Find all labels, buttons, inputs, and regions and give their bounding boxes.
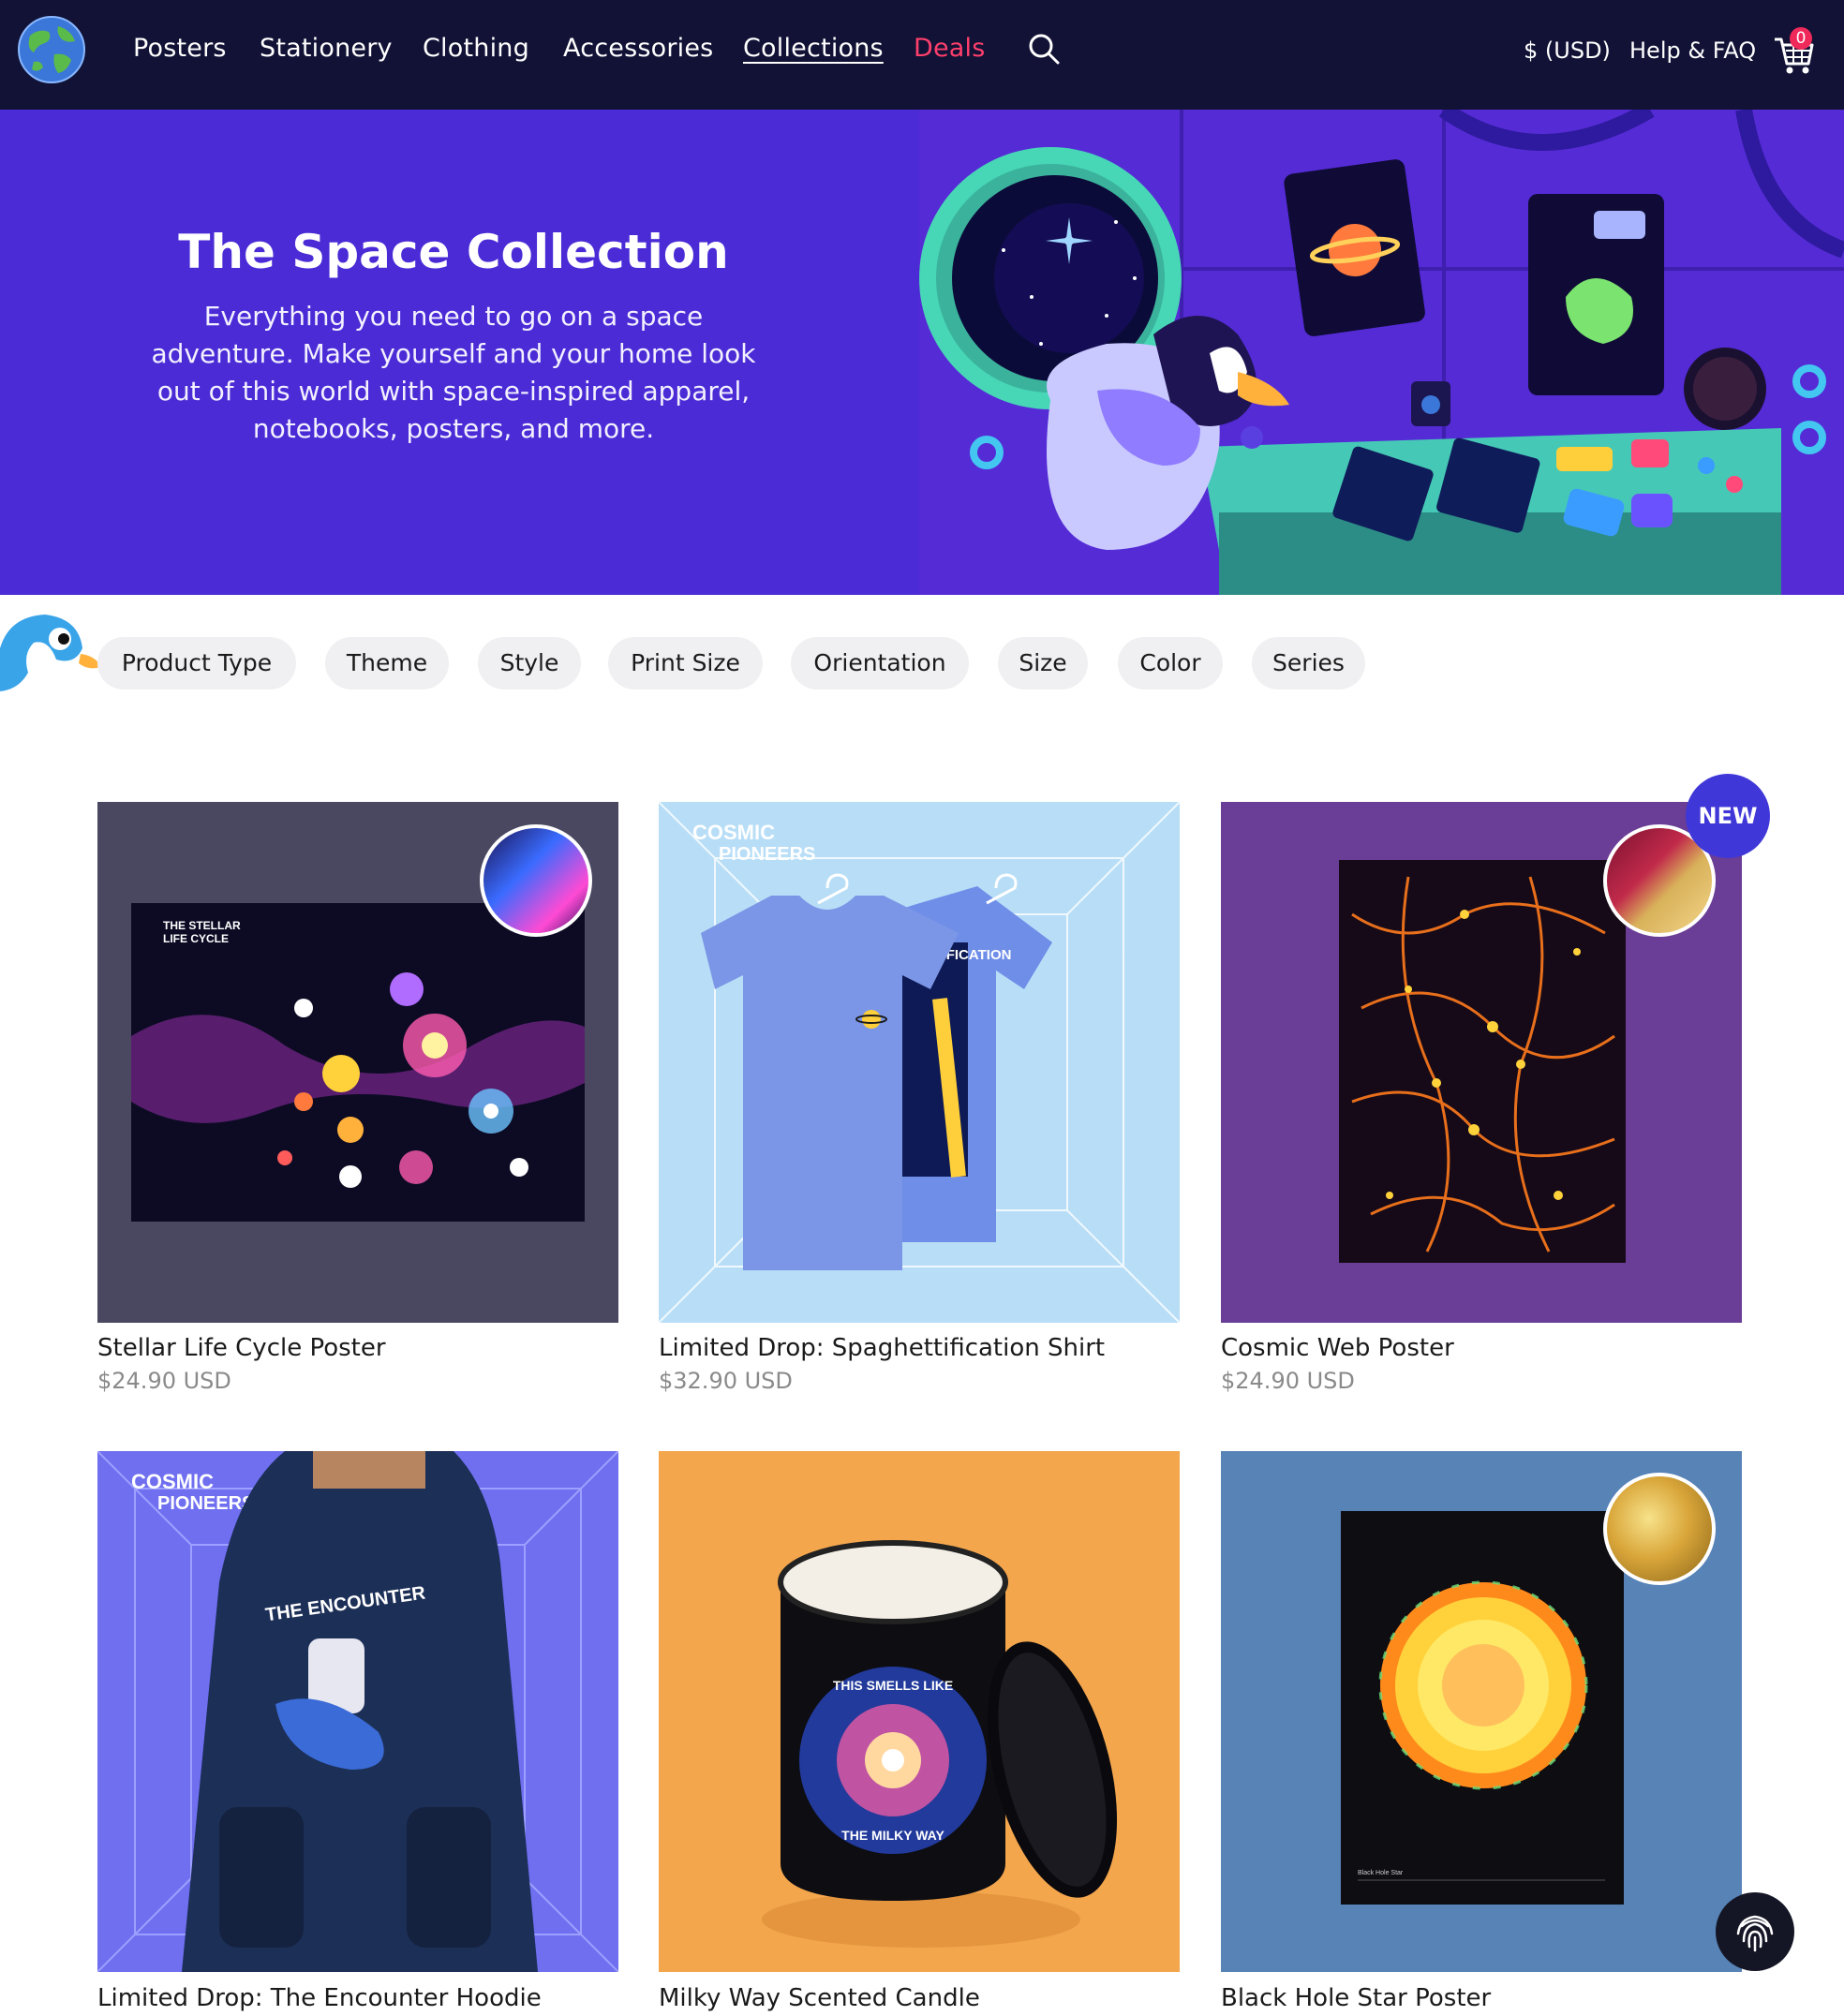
brand-text: PIONEERS (719, 844, 815, 865)
poster-title-text: LIFE CYCLE (163, 932, 229, 945)
new-badge: NEW (1686, 774, 1770, 858)
filter-series[interactable]: Series (1252, 637, 1365, 689)
poster-title-text: Black Hole Star (1358, 1870, 1404, 1876)
filter-style[interactable]: Style (478, 637, 581, 689)
top-nav: Posters Stationery Clothing Accessories … (0, 0, 1844, 110)
product-price: $24.90 USD (97, 1368, 231, 1394)
brand-text: COSMIC (131, 1470, 214, 1493)
filter-print-size[interactable]: Print Size (608, 637, 763, 689)
product-title-cosmic-web[interactable]: Cosmic Web Poster (1221, 1334, 1454, 1362)
filter-product-type[interactable]: Product Type (97, 637, 296, 689)
brand-text: PIONEERS (157, 1493, 254, 1514)
product-image-milky-way-candle[interactable]: THIS SMELLS LIKE THE MILKY WAY (659, 1451, 1180, 1972)
nav-link-posters[interactable]: Posters (133, 34, 227, 63)
filter-color[interactable]: Color (1118, 637, 1223, 689)
hero-title: The Space Collection (178, 225, 729, 279)
brand-text: COSMIC (692, 821, 775, 844)
nav-link-clothing[interactable]: Clothing (423, 34, 529, 63)
product-image-spaghettification-shirt[interactable]: COSMIC PIONEERS SPAGHETTIFICATION (659, 802, 1180, 1323)
product-title-black-hole-star[interactable]: Black Hole Star Poster (1221, 1984, 1491, 2012)
poster-title-text: THE STELLAR (163, 919, 241, 932)
product-title-spaghettification-shirt[interactable]: Limited Drop: Spaghettification Shirt (659, 1334, 1105, 1362)
filter-orientation[interactable]: Orientation (791, 637, 969, 689)
candle-label-text: THE MILKY WAY (841, 1828, 944, 1843)
help-faq-link[interactable]: Help & FAQ (1629, 37, 1756, 64)
mascot-bird-icon (0, 615, 101, 691)
filter-theme[interactable]: Theme (325, 637, 449, 689)
nav-link-collections[interactable]: Collections (743, 34, 884, 63)
product-title-milky-way-candle[interactable]: Milky Way Scented Candle (659, 1984, 980, 2012)
nav-link-accessories[interactable]: Accessories (563, 34, 713, 63)
space-station-illustration (919, 110, 1844, 595)
cart-count-badge: 0 (1790, 27, 1812, 50)
earth-logo-icon[interactable] (17, 15, 86, 84)
currency-selector[interactable]: $ (USD) (1524, 37, 1611, 64)
candle-label-text: THIS SMELLS LIKE (833, 1678, 953, 1693)
product-title-encounter-hoodie[interactable]: Limited Drop: The Encounter Hoodie (97, 1984, 542, 2012)
search-icon[interactable] (1027, 32, 1061, 66)
nav-link-deals[interactable]: Deals (914, 34, 986, 63)
hero-description: Everything you need to go on a space adv… (151, 301, 756, 444)
product-price: $32.90 USD (659, 1368, 793, 1394)
product-title-stellar-life-cycle[interactable]: Stellar Life Cycle Poster (97, 1334, 386, 1362)
product-image-encounter-hoodie[interactable]: COSMIC PIONEERS THE ENCOUNTER (97, 1451, 618, 1972)
holographic-finish-swatch (480, 824, 592, 937)
filter-size[interactable]: Size (998, 637, 1088, 689)
nav-link-stationery[interactable]: Stationery (260, 34, 393, 63)
gold-foil-finish-swatch (1603, 1473, 1716, 1585)
privacy-fab-button[interactable] (1716, 1892, 1794, 1971)
fingerprint-icon (1736, 1915, 1774, 1952)
product-price: $24.90 USD (1221, 1368, 1355, 1394)
